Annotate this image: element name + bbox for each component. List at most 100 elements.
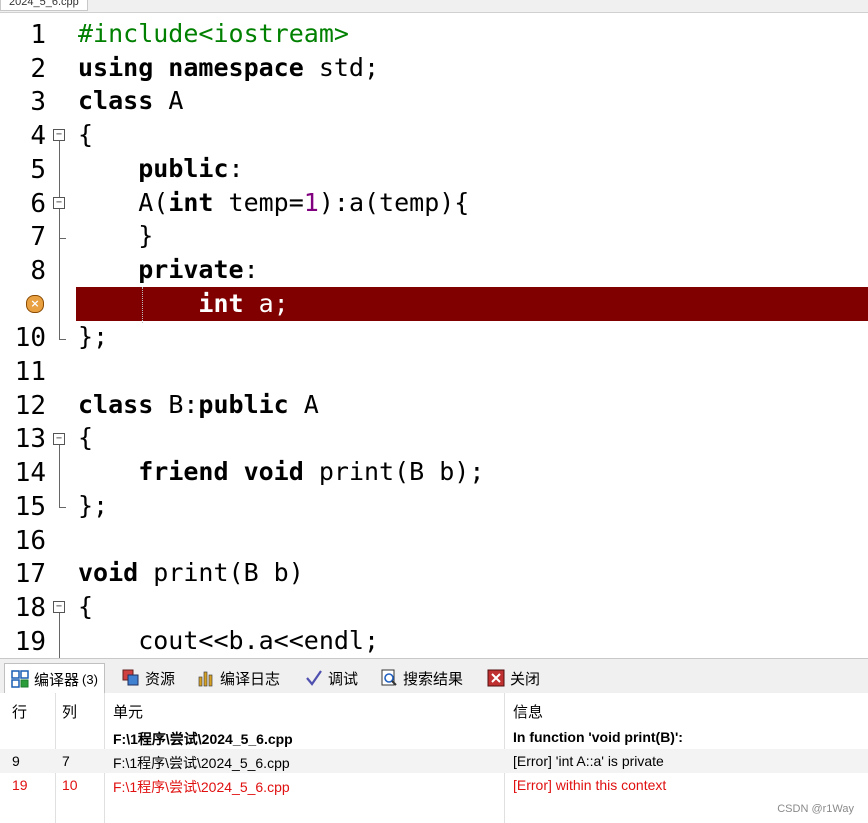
- code-line[interactable]: 11: [0, 354, 868, 388]
- line-number: 8: [30, 255, 46, 286]
- line-number: 6: [30, 188, 46, 219]
- code-token: A(: [78, 187, 169, 217]
- code-line[interactable]: 1 #include<iostream>: [0, 17, 868, 51]
- column-header-line[interactable]: 行: [12, 701, 27, 722]
- code-token: A: [153, 86, 184, 116]
- code-text: int a;: [78, 288, 289, 318]
- code-line[interactable]: 15};: [0, 489, 868, 523]
- tab-resources-label: 资源: [145, 670, 176, 688]
- code-text: };: [78, 491, 108, 520]
- code-text: }: [78, 221, 153, 250]
- code-line[interactable]: 10};: [0, 320, 868, 354]
- code-token: a;: [243, 288, 289, 318]
- line-number: 17: [14, 559, 46, 590]
- code-token: void: [78, 558, 139, 588]
- line-number: 11: [14, 357, 46, 387]
- code-token: B:: [153, 389, 199, 419]
- table-row[interactable]: 9 7 F:\1程序\尝试\2024_5_6.cpp [Error] 'int A::…: [0, 749, 868, 773]
- code-token: };: [78, 490, 109, 520]
- error-highlighted-line[interactable]: ×9 int a;: [0, 286, 868, 321]
- cell-info: [Error] 'int A::a' is private: [513, 753, 664, 769]
- tab-compile-log[interactable]: 编译日志: [197, 665, 280, 691]
- fold-toggle-icon[interactable]: −: [53, 601, 65, 613]
- cell-unit: F:\1程序\尝试\2024_5_6.cpp: [113, 731, 293, 747]
- fold-end-marker: [59, 507, 66, 508]
- code-text: A(int temp=1):a(temp){: [78, 188, 469, 217]
- fold-guide-line: [59, 613, 60, 658]
- table-row[interactable]: 19 10 F:\1程序\尝试\2024_5_6.cpp [Error] within…: [0, 773, 868, 797]
- resources-icon: [122, 669, 140, 687]
- cell-info: In function 'void print(B)':: [513, 729, 683, 745]
- code-line[interactable]: 16: [0, 523, 868, 557]
- code-token: class: [78, 86, 154, 116]
- cell-line: 9: [12, 753, 20, 769]
- cell-unit: F:\1程序\尝试\2024_5_6.cpp: [113, 755, 290, 771]
- line-number: 1: [30, 20, 46, 50]
- line-number: 13: [14, 424, 46, 455]
- tab-debug-label: 调试: [328, 670, 359, 688]
- line-number: 15: [14, 491, 46, 522]
- cell-unit: F:\1程序\尝试\2024_5_6.cpp: [113, 779, 290, 795]
- code-text: {: [78, 423, 93, 452]
- tab-close[interactable]: 关闭: [487, 665, 540, 691]
- code-token: public: [138, 153, 229, 183]
- code-text: class A: [78, 86, 183, 115]
- fold-toggle-icon[interactable]: −: [53, 197, 65, 209]
- code-line[interactable]: 6 A(int temp=1):a(temp){: [0, 186, 868, 220]
- code-token: friend void: [138, 457, 304, 487]
- code-token: cout<<b.a<<endl;: [78, 625, 380, 655]
- tab-debug[interactable]: 调试: [305, 665, 358, 691]
- code-token: {: [78, 423, 94, 453]
- line-number: 5: [30, 154, 46, 185]
- line-number: 16: [14, 525, 46, 556]
- code-text: #include<iostream>: [78, 19, 349, 48]
- table-row[interactable]: F:\1程序\尝试\2024_5_6.cpp In function 'void …: [0, 725, 868, 749]
- tab-close-label: 关闭: [510, 670, 541, 688]
- file-tab[interactable]: 2024_5_6.cpp: [0, 0, 88, 11]
- fold-toggle-icon[interactable]: −: [53, 433, 65, 445]
- code-line[interactable]: 14 friend void print(B b);: [0, 455, 868, 489]
- code-token: public: [198, 389, 289, 419]
- code-line[interactable]: 4{: [0, 118, 868, 152]
- watermark: CSDN @r1Way: [777, 803, 854, 815]
- code-line[interactable]: 13 {: [0, 421, 868, 455]
- code-line[interactable]: 12 class B:public A: [0, 388, 868, 422]
- code-token: using namespace: [78, 52, 304, 82]
- column-header-unit[interactable]: 单元: [113, 701, 143, 722]
- cell-col: 7: [62, 753, 70, 769]
- code-token: :: [228, 153, 244, 183]
- code-line[interactable]: 8 private:: [0, 253, 868, 287]
- code-text: cout<<b.a<<endl;: [78, 626, 379, 655]
- code-line[interactable]: 7 }: [0, 219, 868, 253]
- code-token: #include<iostream>: [78, 19, 349, 48]
- fold-toggle-icon[interactable]: −: [53, 129, 65, 141]
- tab-compile-log-label: 编译日志: [220, 670, 281, 688]
- tab-search-results[interactable]: 搜索结果: [380, 665, 463, 691]
- tab-compiler-label: 编译器: [34, 671, 80, 689]
- code-token: int: [198, 288, 244, 318]
- line-number: 18: [14, 592, 46, 623]
- error-marker-icon[interactable]: ×: [26, 294, 44, 313]
- code-token: int: [168, 187, 214, 217]
- column-header-col[interactable]: 列: [62, 701, 77, 722]
- code-line[interactable]: 17 void print(B b): [0, 556, 868, 590]
- code-line[interactable]: 2 using namespace std;: [0, 51, 868, 85]
- tab-compiler-count: (3): [82, 671, 98, 687]
- code-token: {: [78, 591, 94, 621]
- column-header-info[interactable]: 信息: [513, 701, 543, 722]
- code-line[interactable]: 19 cout<<b.a<<endl;: [0, 624, 868, 658]
- code-line[interactable]: 5 public:: [0, 152, 868, 186]
- line-number: 2: [30, 53, 46, 84]
- tab-resources[interactable]: 资源: [122, 665, 175, 691]
- code-line[interactable]: 18 {: [0, 590, 868, 624]
- code-token: :: [243, 254, 259, 284]
- fold-guide-line: [59, 445, 60, 507]
- tab-compiler[interactable]: 编译器 (3): [4, 663, 105, 694]
- cell-col: 10: [62, 777, 78, 793]
- code-editor[interactable]: 1 #include<iostream> 2 using namespace std;…: [0, 13, 868, 658]
- code-token: class: [78, 389, 154, 419]
- code-line[interactable]: 3 class A: [0, 84, 868, 118]
